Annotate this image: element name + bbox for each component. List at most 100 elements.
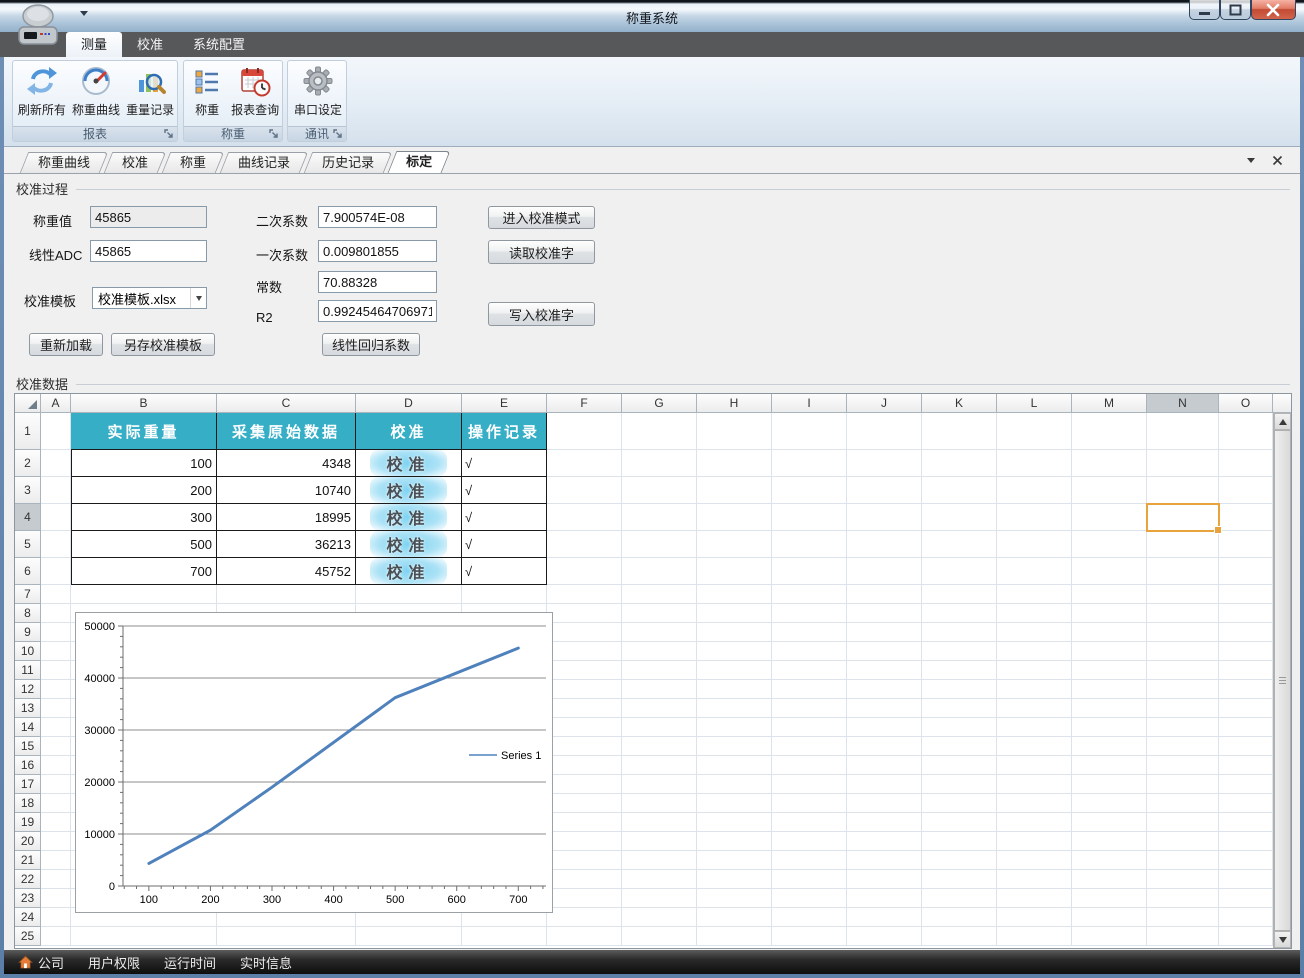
cell-F16[interactable] — [547, 756, 622, 775]
cell-A19[interactable] — [41, 813, 71, 832]
cell-M2[interactable] — [1072, 450, 1147, 477]
cell-L8[interactable] — [997, 604, 1072, 623]
cell-O15[interactable] — [1219, 737, 1273, 756]
cell-H3[interactable] — [697, 477, 772, 504]
cell-M25[interactable] — [1072, 927, 1147, 946]
write-calibration-word-button[interactable]: 写入校准字 — [488, 302, 595, 326]
cell-G6[interactable] — [622, 558, 697, 585]
cell-I11[interactable] — [772, 661, 847, 680]
row-header-13[interactable]: 13 — [15, 699, 41, 718]
ribbon-button-weight-records[interactable]: 重量记录 — [123, 61, 177, 126]
cell-I4[interactable] — [772, 504, 847, 531]
cell-M5[interactable] — [1072, 531, 1147, 558]
row-header-4[interactable]: 4 — [15, 504, 41, 531]
cell-L7[interactable] — [997, 585, 1072, 604]
row-header-22[interactable]: 22 — [15, 870, 41, 889]
row-header-8[interactable]: 8 — [15, 604, 41, 623]
cell-M16[interactable] — [1072, 756, 1147, 775]
cell-L25[interactable] — [997, 927, 1072, 946]
cell-F2[interactable] — [547, 450, 622, 477]
cell-M24[interactable] — [1072, 908, 1147, 927]
cell-G25[interactable] — [622, 927, 697, 946]
tab-overflow-button[interactable] — [1244, 153, 1258, 167]
cell-M9[interactable] — [1072, 623, 1147, 642]
cell-D6[interactable]: 校准 — [356, 558, 462, 585]
cell-L17[interactable] — [997, 775, 1072, 794]
row-header-19[interactable]: 19 — [15, 813, 41, 832]
cell-A9[interactable] — [41, 623, 71, 642]
row-header-14[interactable]: 14 — [15, 718, 41, 737]
cell-E7[interactable] — [462, 585, 547, 604]
cell-I1[interactable] — [772, 413, 847, 450]
cell-A3[interactable] — [41, 477, 71, 504]
cell-G19[interactable] — [622, 813, 697, 832]
cell-N12[interactable] — [1147, 680, 1219, 699]
cell-G14[interactable] — [622, 718, 697, 737]
cell-A13[interactable] — [41, 699, 71, 718]
cell-A16[interactable] — [41, 756, 71, 775]
cell-K25[interactable] — [922, 927, 997, 946]
cell-E25[interactable] — [462, 927, 547, 946]
cell-B25[interactable] — [71, 927, 217, 946]
cell-J10[interactable] — [847, 642, 922, 661]
row-header-12[interactable]: 12 — [15, 680, 41, 699]
cell-K5[interactable] — [922, 531, 997, 558]
cell-H12[interactable] — [697, 680, 772, 699]
cell-I25[interactable] — [772, 927, 847, 946]
column-header-O[interactable]: O — [1219, 394, 1273, 413]
cell-I24[interactable] — [772, 908, 847, 927]
cell-L20[interactable] — [997, 832, 1072, 851]
cell-B6[interactable]: 700 — [71, 558, 217, 585]
cell-L19[interactable] — [997, 813, 1072, 832]
row-header-17[interactable]: 17 — [15, 775, 41, 794]
cell-F25[interactable] — [547, 927, 622, 946]
cell-C3[interactable]: 10740 — [217, 477, 356, 504]
row-header-25[interactable]: 25 — [15, 927, 41, 946]
cell-G9[interactable] — [622, 623, 697, 642]
cell-O16[interactable] — [1219, 756, 1273, 775]
cell-O22[interactable] — [1219, 870, 1273, 889]
cell-F12[interactable] — [547, 680, 622, 699]
cell-K12[interactable] — [922, 680, 997, 699]
cell-K14[interactable] — [922, 718, 997, 737]
cell-L13[interactable] — [997, 699, 1072, 718]
doc-tab-weigh-curve[interactable]: 称重曲线 — [24, 152, 104, 173]
cell-I3[interactable] — [772, 477, 847, 504]
cell-K4[interactable] — [922, 504, 997, 531]
cell-F9[interactable] — [547, 623, 622, 642]
row-header-6[interactable]: 6 — [15, 558, 41, 585]
cell-O9[interactable] — [1219, 623, 1273, 642]
cell-B2[interactable]: 100 — [71, 450, 217, 477]
cell-N21[interactable] — [1147, 851, 1219, 870]
cell-G12[interactable] — [622, 680, 697, 699]
cell-O21[interactable] — [1219, 851, 1273, 870]
cell-N1[interactable] — [1147, 413, 1219, 450]
linear-coeff-field[interactable] — [318, 240, 437, 262]
cell-L11[interactable] — [997, 661, 1072, 680]
column-header-B[interactable]: B — [71, 394, 217, 413]
cell-I16[interactable] — [772, 756, 847, 775]
selected-cell-N4[interactable] — [1146, 503, 1222, 534]
cell-N13[interactable] — [1147, 699, 1219, 718]
cell-J4[interactable] — [847, 504, 922, 531]
cell-M7[interactable] — [1072, 585, 1147, 604]
select-all-corner[interactable] — [15, 394, 41, 413]
row-header-15[interactable]: 15 — [15, 737, 41, 756]
cell-H7[interactable] — [697, 585, 772, 604]
cell-I18[interactable] — [772, 794, 847, 813]
linear-adc-field[interactable] — [90, 240, 207, 262]
doc-tab-scaling[interactable]: 标定 — [392, 151, 446, 173]
cell-K1[interactable] — [922, 413, 997, 450]
cell-D25[interactable] — [356, 927, 462, 946]
cell-K3[interactable] — [922, 477, 997, 504]
cell-H20[interactable] — [697, 832, 772, 851]
cell-F4[interactable] — [547, 504, 622, 531]
cell-G3[interactable] — [622, 477, 697, 504]
cell-L23[interactable] — [997, 889, 1072, 908]
cell-C4[interactable]: 18995 — [217, 504, 356, 531]
cell-L5[interactable] — [997, 531, 1072, 558]
row-header-7[interactable]: 7 — [15, 585, 41, 604]
cell-G17[interactable] — [622, 775, 697, 794]
cell-M19[interactable] — [1072, 813, 1147, 832]
cell-O17[interactable] — [1219, 775, 1273, 794]
